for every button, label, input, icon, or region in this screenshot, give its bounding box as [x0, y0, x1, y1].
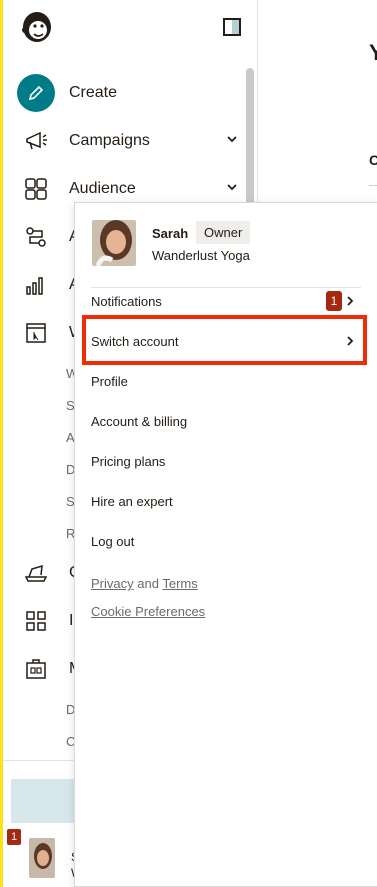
- automation-icon: [17, 218, 55, 256]
- sidebar-item-label: Create: [69, 84, 118, 101]
- profile-name: Sarah: [152, 226, 189, 241]
- menu-item-label: Notifications: [91, 293, 162, 309]
- legal-links: Privacy and Terms: [91, 576, 198, 591]
- footer-notification-badge: 1: [7, 829, 21, 845]
- menu-item-pricing-plans[interactable]: Pricing plans: [91, 446, 361, 476]
- menu-item-label: Log out: [91, 533, 135, 549]
- switch-account-highlight: [82, 315, 367, 365]
- menu-item-log-out[interactable]: Log out: [91, 526, 361, 556]
- pencil-icon: [17, 74, 55, 112]
- profile-org-name: Wanderlust Yoga: [152, 248, 250, 263]
- main-subheading: C: [369, 152, 377, 168]
- privacy-link[interactable]: Privacy: [91, 576, 134, 591]
- menu-item-label: Profile: [91, 373, 128, 389]
- profile-avatar: [92, 220, 136, 266]
- notification-count-badge: 1: [326, 291, 342, 311]
- chevron-right-icon: [347, 296, 354, 306]
- profile-dropdown-menu: Sarah Owner Wanderlust Yoga Notification…: [74, 202, 377, 887]
- menu-item-hire-expert[interactable]: Hire an expert: [91, 486, 361, 516]
- menu-item-profile[interactable]: Profile: [91, 366, 361, 396]
- chevron-down-icon[interactable]: [227, 134, 237, 144]
- audience-icon: [17, 170, 55, 208]
- manage-icon: [17, 650, 55, 688]
- terms-link[interactable]: Terms: [162, 576, 197, 591]
- menu-item-label: Hire an expert: [91, 493, 173, 509]
- website-icon: [17, 314, 55, 352]
- menu-item-account-billing[interactable]: Account & billing: [91, 406, 361, 436]
- main-divider: [369, 185, 377, 186]
- legal-and-text: and: [137, 576, 159, 591]
- role-badge: Owner: [196, 221, 251, 244]
- cookie-preferences-link[interactable]: Cookie Preferences: [91, 604, 205, 619]
- menu-item-label: Account & billing: [91, 413, 188, 429]
- page-heading: Y: [369, 40, 377, 65]
- cookie-preferences-row: Cookie Preferences: [91, 604, 205, 619]
- analytics-icon: [17, 266, 55, 304]
- sidebar-item-label: Audience: [69, 180, 136, 197]
- sidebar-item-label: Campaigns: [69, 132, 150, 149]
- collapse-sidebar-icon[interactable]: [223, 18, 241, 36]
- megaphone-icon: [17, 122, 55, 160]
- content-icon: [17, 554, 55, 592]
- menu-item-label: Pricing plans: [91, 453, 166, 469]
- sidebar-item-campaigns[interactable]: Campaigns: [17, 122, 237, 160]
- chevron-down-icon[interactable]: [227, 182, 237, 192]
- integrations-icon: [17, 602, 55, 640]
- sidebar-item-create[interactable]: Create: [17, 74, 237, 112]
- menu-item-notifications[interactable]: Notifications 1: [91, 286, 361, 316]
- footer-avatar[interactable]: [29, 838, 55, 878]
- mailchimp-logo-icon[interactable]: [17, 8, 57, 48]
